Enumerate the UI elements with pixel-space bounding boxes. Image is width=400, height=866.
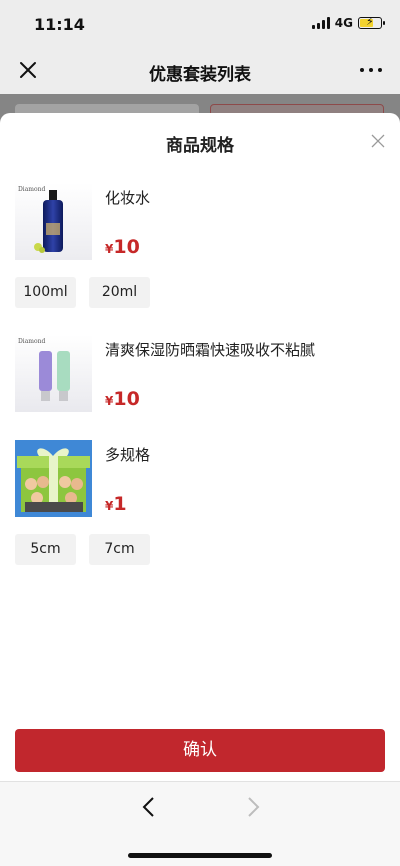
- product-name: 多规格: [105, 446, 151, 464]
- spec-option[interactable]: 7cm: [89, 534, 150, 565]
- spec-sheet: 商品规格 Diamond 化妆水 ¥10 100ml 20ml Diamond …: [0, 113, 400, 781]
- confirm-button[interactable]: 确认: [15, 729, 385, 772]
- product-image[interactable]: [15, 440, 92, 517]
- network-label: 4G: [334, 16, 353, 30]
- product-image[interactable]: Diamond: [15, 183, 92, 260]
- product-name: 化妆水: [105, 189, 151, 207]
- close-icon[interactable]: [371, 133, 385, 148]
- status-indicators: 4G ⚡: [311, 15, 385, 30]
- spec-options: 5cm 7cm: [15, 534, 150, 565]
- svg-text:Diamond: Diamond: [18, 338, 45, 345]
- spec-option[interactable]: 5cm: [15, 534, 76, 565]
- home-indicator: [128, 853, 272, 858]
- chevron-left-icon[interactable]: [140, 796, 158, 818]
- product-price: ¥10: [105, 236, 140, 258]
- status-time: 11:14: [34, 15, 85, 34]
- nav-bar: 优惠套装列表: [0, 46, 400, 94]
- more-icon[interactable]: [360, 60, 382, 80]
- product-price: ¥1: [105, 493, 127, 515]
- svg-text:Diamond: Diamond: [18, 186, 45, 193]
- page-title: 优惠套装列表: [149, 65, 251, 85]
- product-name: 清爽保湿防晒霜快速吸收不粘腻: [105, 341, 316, 359]
- spec-options: 100ml 20ml: [15, 277, 150, 308]
- signal-icon: [311, 17, 330, 29]
- spec-option[interactable]: 20ml: [89, 277, 150, 308]
- product-price: ¥10: [105, 388, 140, 410]
- browser-nav-bar: [0, 781, 400, 866]
- battery-icon: ⚡: [358, 15, 385, 29]
- sheet-title: 商品规格: [166, 136, 234, 156]
- status-bar: 11:14 4G ⚡: [0, 0, 400, 46]
- product-image[interactable]: Diamond: [15, 335, 92, 412]
- chevron-right-icon[interactable]: [244, 796, 262, 818]
- spec-option[interactable]: 100ml: [15, 277, 76, 308]
